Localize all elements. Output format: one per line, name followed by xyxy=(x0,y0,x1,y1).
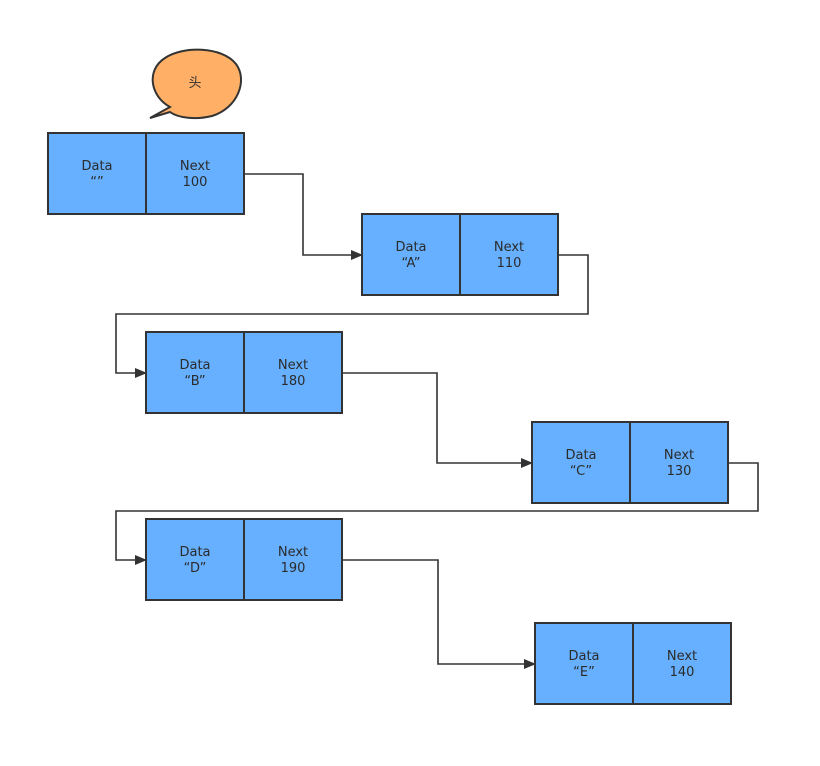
data-cell-value: “D” xyxy=(184,561,207,576)
data-cell-value: “B” xyxy=(184,374,205,389)
next-cell-value: 100 xyxy=(183,175,208,190)
next-cell-label: Next xyxy=(278,545,308,560)
list-node[interactable]: Data“D” Next190 xyxy=(145,518,343,601)
data-cell-label: Data xyxy=(81,159,112,174)
next-cell-label: Next xyxy=(667,649,697,664)
data-cell-value: “E” xyxy=(573,665,595,680)
next-cell-value: 140 xyxy=(670,665,695,680)
data-cell-label: Data xyxy=(179,358,210,373)
head-label: 头 xyxy=(188,76,201,91)
list-node[interactable]: Data“C” Next130 xyxy=(531,421,729,504)
list-node[interactable]: Data“” Next100 xyxy=(47,132,245,215)
next-cell-value: 130 xyxy=(667,464,692,479)
next-cell-label: Next xyxy=(180,159,210,174)
next-cell-label: Next xyxy=(278,358,308,373)
head-bubble: 头 xyxy=(149,48,242,120)
data-cell-label: Data xyxy=(568,649,599,664)
data-cell-label: Data xyxy=(179,545,210,560)
data-cell-label: Data xyxy=(565,448,596,463)
data-cell-label: Data xyxy=(395,240,426,255)
linked-list-diagram: 头 Data“”Next100Data“A”Next110Data“B”Next… xyxy=(47,48,759,705)
next-cell-value: 180 xyxy=(281,374,306,389)
next-cell-value: 110 xyxy=(497,256,522,271)
edge-n2-to-n3 xyxy=(342,372,533,468)
data-cell-value: “A” xyxy=(401,256,420,271)
list-node[interactable]: Data“E” Next140 xyxy=(534,622,732,705)
list-node[interactable]: Data“A” Next110 xyxy=(361,213,559,296)
edge-n0-to-n1 xyxy=(244,173,363,260)
data-cell-value: “C” xyxy=(570,464,592,479)
next-cell-value: 190 xyxy=(281,561,306,576)
next-cell-label: Next xyxy=(664,448,694,463)
edge-n4-to-n5 xyxy=(342,559,536,669)
data-cell-value: “” xyxy=(90,175,103,190)
nodes: Data“”Next100Data“A”Next110Data“B”Next18… xyxy=(47,132,732,705)
next-cell-label: Next xyxy=(494,240,524,255)
list-node[interactable]: Data“B” Next180 xyxy=(145,331,343,414)
